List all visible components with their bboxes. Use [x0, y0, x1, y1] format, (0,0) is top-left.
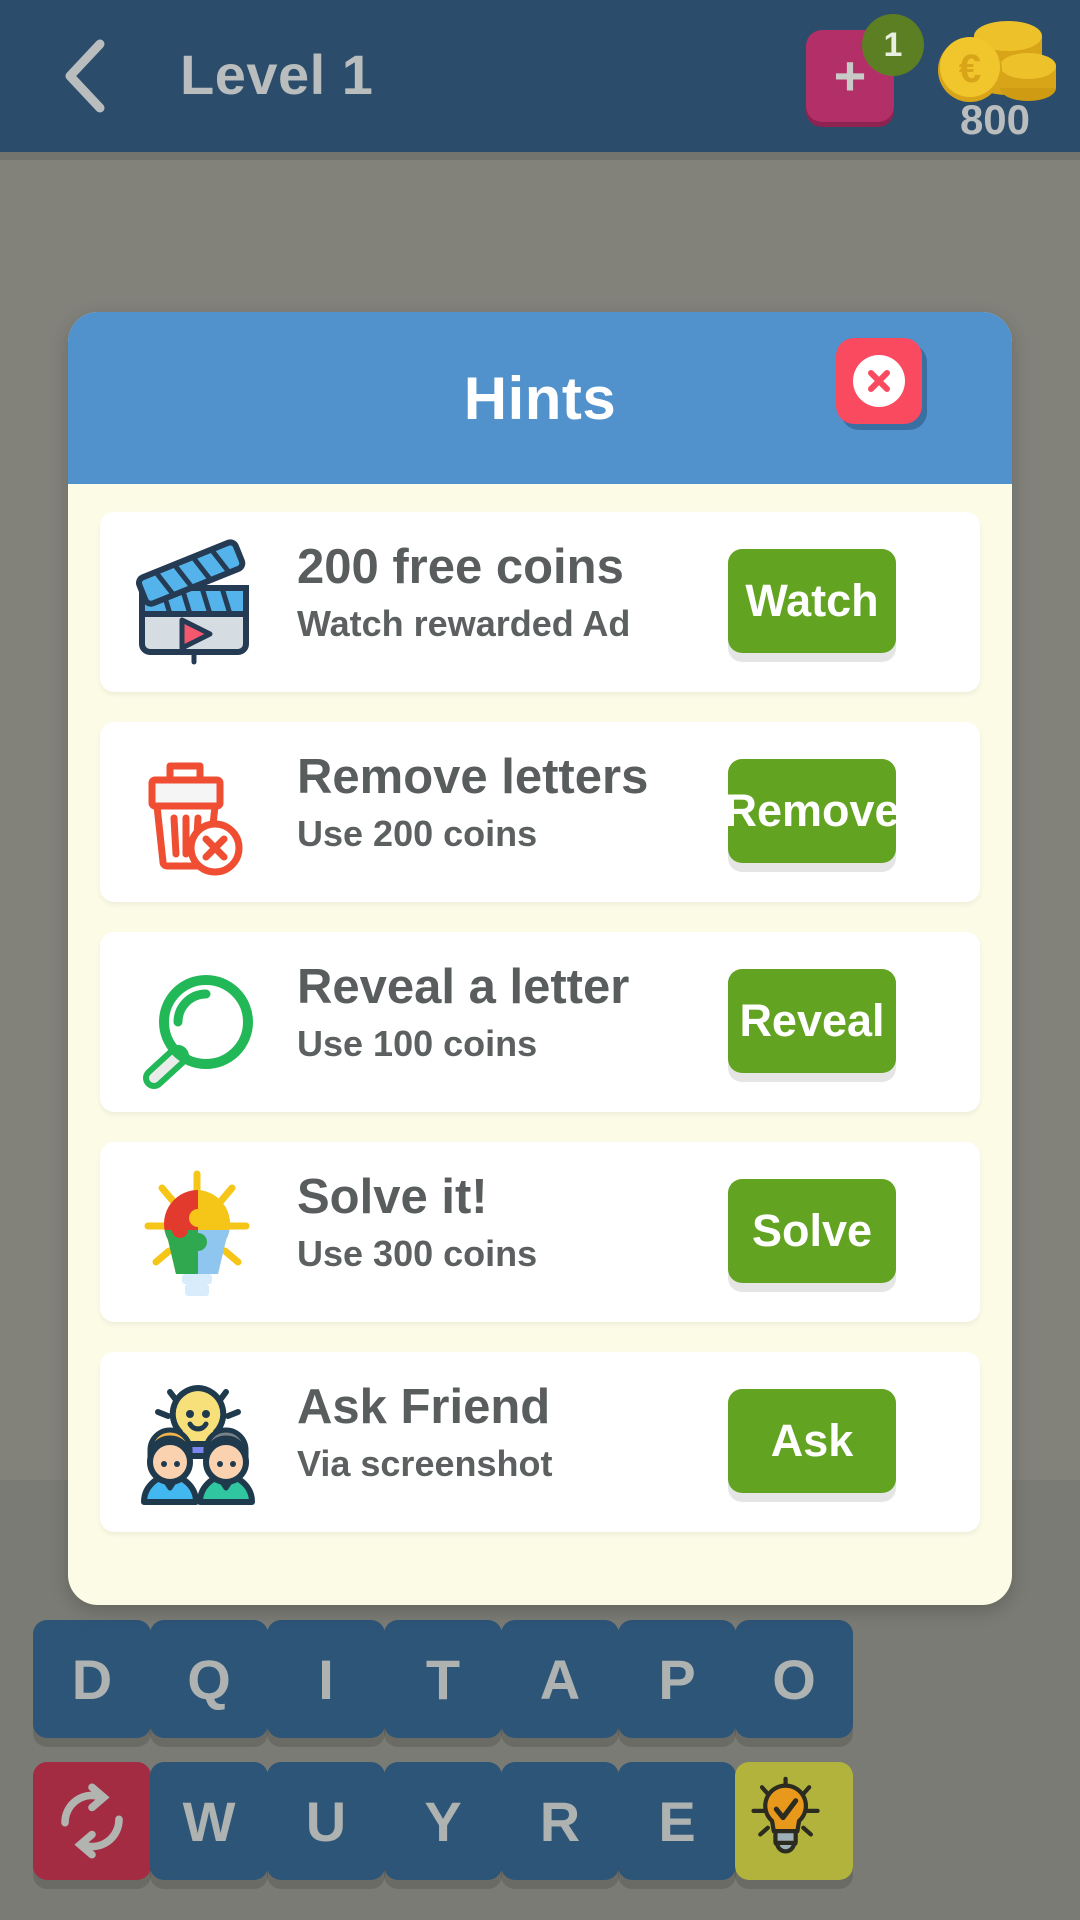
hint-subtitle: Use 200 coins: [297, 813, 538, 854]
lightbulb-hint-icon: [751, 1776, 820, 1854]
hint-action-button[interactable]: Reveal: [728, 969, 896, 1073]
hint-action-button[interactable]: Remove: [724, 759, 900, 863]
hint-text-block: Solve it! Use 300 coins: [297, 1166, 687, 1280]
keyboard-key-q[interactable]: Q: [150, 1620, 268, 1738]
keyboard-key-a[interactable]: A: [501, 1620, 619, 1738]
trash-delete-icon: [148, 762, 243, 876]
clapperboard-video-icon: [135, 539, 249, 665]
hint-subtitle: Via screenshot: [297, 1443, 553, 1484]
hint-text-block: 200 free coins Watch rewarded Ad: [297, 536, 687, 650]
hint-title: Remove letters: [297, 750, 649, 804]
keyboard-key-t[interactable]: T: [384, 1620, 502, 1738]
coin-balance: 800: [959, 96, 1031, 143]
puzzle-lightbulb-icon: [144, 1170, 250, 1296]
keyboard-row-1: DQITAPO: [0, 1620, 1080, 1740]
chevron-left-icon: [65, 39, 105, 113]
header-divider: [0, 152, 1080, 160]
keyboard-key-y[interactable]: Y: [384, 1762, 502, 1880]
friends-lightbulb-icon: [141, 1385, 255, 1505]
hint-text-block: Reveal a letter Use 100 coins: [297, 956, 687, 1070]
letter-keyboard: DQITAPO WUYRE: [0, 1620, 1080, 1920]
add-coins-badge: 1: [862, 14, 924, 76]
back-button[interactable]: [42, 30, 132, 122]
keyboard-key-d[interactable]: D: [33, 1620, 151, 1738]
hint-title: Reveal a letter: [297, 960, 630, 1014]
hint-icon-wrapper: [128, 1372, 268, 1512]
hint-row: 200 free coins Watch rewarded Ad Watch: [100, 512, 980, 692]
hint-row: Reveal a letter Use 100 coins Reveal: [100, 932, 980, 1112]
page-title: Level 1: [180, 43, 374, 106]
hint-subtitle: Use 100 coins: [297, 1023, 538, 1064]
hint-row: Ask Friend Via screenshot Ask: [100, 1352, 980, 1532]
open-hints-button[interactable]: [735, 1762, 853, 1880]
close-button[interactable]: [836, 338, 922, 424]
magnifier-search-icon: [143, 975, 253, 1089]
keyboard-key-o[interactable]: O: [735, 1620, 853, 1738]
hint-icon-wrapper: [128, 532, 268, 672]
app-header: Level 1 + 1 € 800: [0, 0, 1080, 152]
hint-text-block: Ask Friend Via screenshot: [297, 1376, 687, 1490]
shuffle-refresh-icon: [61, 1783, 123, 1859]
shuffle-letters-button[interactable]: [33, 1762, 151, 1880]
hint-icon-wrapper: [128, 1162, 268, 1302]
hint-icon-wrapper: [128, 742, 268, 882]
hint-icon-wrapper: [128, 952, 268, 1092]
keyboard-key-w[interactable]: W: [150, 1762, 268, 1880]
svg-text:€: €: [959, 47, 981, 91]
hint-subtitle: Watch rewarded Ad: [297, 603, 631, 644]
hint-action-button[interactable]: Watch: [728, 549, 896, 653]
hint-subtitle: Use 300 coins: [297, 1233, 538, 1274]
keyboard-row-2: WUYRE: [0, 1762, 1080, 1882]
hint-title: Solve it!: [297, 1170, 488, 1224]
keyboard-key-i[interactable]: I: [267, 1620, 385, 1738]
keyboard-key-p[interactable]: P: [618, 1620, 736, 1738]
keyboard-key-r[interactable]: R: [501, 1762, 619, 1880]
hint-action-button[interactable]: Solve: [728, 1179, 896, 1283]
hint-row: Remove letters Use 200 coins Remove: [100, 722, 980, 902]
hints-dialog: Hints 200 free coins Watch rewarded Ad Wat…: [68, 312, 1012, 1605]
keyboard-key-u[interactable]: U: [267, 1762, 385, 1880]
hint-title: 200 free coins: [297, 540, 624, 594]
hint-row: Solve it! Use 300 coins Solve: [100, 1142, 980, 1322]
hint-text-block: Remove letters Use 200 coins: [297, 746, 687, 860]
hint-title: Ask Friend: [297, 1380, 551, 1434]
hint-action-button[interactable]: Ask: [728, 1389, 896, 1493]
close-x-icon: [853, 355, 905, 407]
keyboard-key-e[interactable]: E: [618, 1762, 736, 1880]
hint-list: 200 free coins Watch rewarded Ad Watch Rem…: [100, 512, 980, 1587]
